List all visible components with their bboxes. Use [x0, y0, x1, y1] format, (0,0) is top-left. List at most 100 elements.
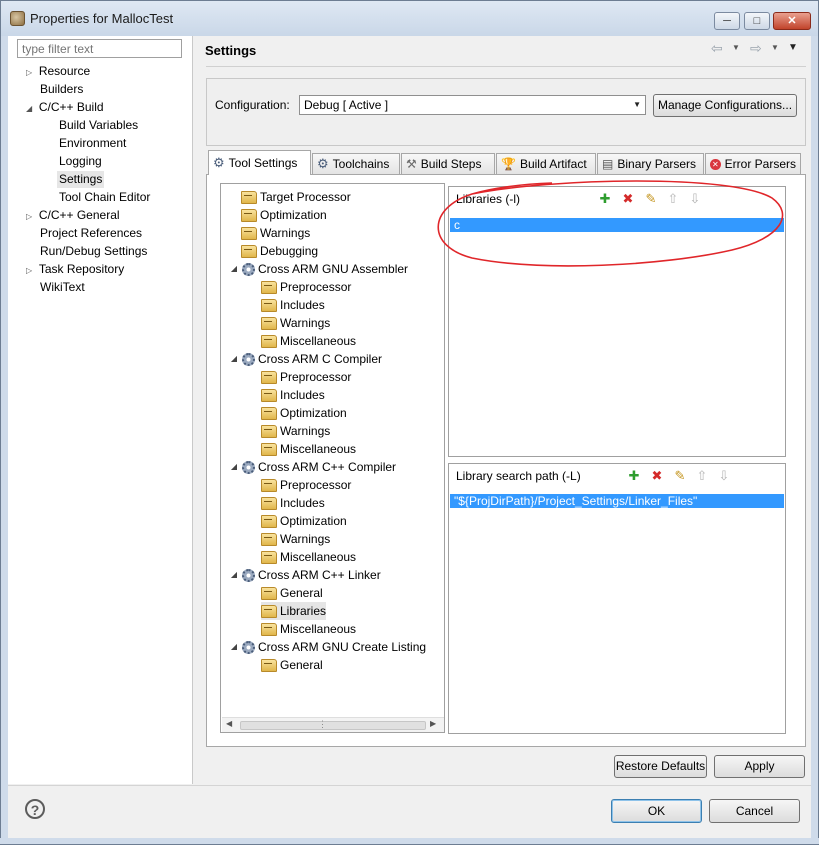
tool-tree-item[interactable]: General [261, 656, 323, 674]
annotation-circle [437, 180, 784, 267]
tab-build-artifact[interactable]: 🏆 Build Artifact [496, 153, 596, 174]
app-icon [10, 11, 25, 26]
binary-file-icon: ▤ [602, 157, 614, 171]
tool-tree-item-label: General [280, 658, 323, 672]
tool-tree-item[interactable]: Preprocessor [261, 476, 351, 494]
tool-tree-item[interactable]: Includes [261, 386, 325, 404]
tool-tree-item[interactable]: Optimization [261, 404, 347, 422]
nav-item-environment[interactable]: Environment [59, 135, 126, 152]
library-path-item[interactable]: "${ProjDirPath}/Project_Settings/Linker_… [450, 494, 784, 508]
nav-item-cc-build[interactable]: ◢ C/C++ Build [26, 99, 104, 117]
tool-tree-item[interactable]: ◢ Cross ARM C++ Linker [229, 566, 381, 584]
window-frame-left [0, 36, 8, 845]
tool-tree-item[interactable]: Warnings [261, 422, 330, 440]
tab-error-parsers[interactable]: ✕ Error Parsers [705, 153, 801, 174]
tool-settings-tree[interactable]: Target Processor Optimization Warnings Debu… [220, 183, 445, 733]
tool-tree-item[interactable]: Warnings [261, 314, 330, 332]
tab-toolchains[interactable]: ⚙ Toolchains [312, 153, 400, 174]
maximize-button[interactable]: □ [744, 12, 770, 30]
tab-binary-parsers[interactable]: ▤ Binary Parsers [597, 153, 704, 174]
tool-tree-item[interactable]: Target Processor [241, 188, 351, 206]
delete-icon[interactable]: ✖ [649, 468, 665, 484]
nav-item-logging[interactable]: Logging [59, 153, 102, 170]
edit-icon[interactable]: ✎ [672, 468, 688, 484]
tool-tree-item[interactable]: Warnings [241, 224, 310, 242]
nav-item-settings[interactable]: Settings [57, 171, 105, 188]
settings-folder-icon [261, 280, 277, 294]
scroll-left-arrow-icon[interactable]: ◀ [226, 719, 232, 728]
tool-tree-item[interactable]: Optimization [241, 206, 327, 224]
tab-build-steps[interactable]: ⚒ Build Steps [401, 153, 495, 174]
cancel-button[interactable]: Cancel [709, 799, 800, 823]
horizontal-scrollbar[interactable]: ◀ ⋮ ▶ [222, 717, 444, 732]
tool-tree-item-label: Includes [280, 388, 325, 402]
collapse-arrow-icon[interactable]: ◢ [229, 458, 239, 476]
scroll-grip-icon: ⋮ [318, 719, 327, 729]
tool-tree-item[interactable]: Optimization [261, 512, 347, 530]
view-menu-icon[interactable]: ▼ [788, 42, 798, 53]
move-up-icon[interactable]: ⇧ [694, 468, 710, 484]
nav-item-project-references[interactable]: Project References [40, 225, 142, 242]
tool-tree-item[interactable]: ◢ Cross ARM C Compiler [229, 350, 382, 368]
collapse-arrow-icon[interactable]: ◢ [229, 350, 239, 368]
settings-folder-icon [261, 388, 277, 402]
tool-tree-item[interactable]: Preprocessor [261, 278, 351, 296]
scrollbar-thumb[interactable] [240, 721, 426, 730]
tool-gear-icon [242, 460, 255, 474]
trophy-icon: 🏆 [501, 157, 516, 171]
forward-menu-icon[interactable]: ▼ [771, 43, 779, 52]
ok-button[interactable]: OK [611, 799, 702, 823]
expand-arrow-icon[interactable]: ▷ [26, 212, 32, 221]
forward-arrow-icon[interactable]: ⇨ [750, 40, 762, 57]
tool-tree-item[interactable]: ◢ Cross ARM GNU Assembler [229, 260, 408, 278]
help-icon[interactable]: ? [25, 799, 45, 819]
restore-defaults-button[interactable]: Restore Defaults [614, 755, 707, 778]
collapse-arrow-icon[interactable]: ◢ [229, 260, 239, 278]
expand-arrow-icon[interactable]: ▷ [26, 266, 32, 275]
nav-item-task-repository[interactable]: ▷ Task Repository [26, 261, 124, 279]
tool-tree-item-label: Miscellaneous [280, 442, 357, 456]
tool-tree-item[interactable]: Debugging [241, 242, 318, 260]
tool-tree-item[interactable]: Miscellaneous [261, 548, 356, 566]
apply-button[interactable]: Apply [714, 755, 805, 778]
configuration-select[interactable]: Debug [ Active ] ▼ [299, 95, 646, 115]
tool-tree-item[interactable]: ◢ Cross ARM GNU Create Listing [229, 638, 426, 656]
tool-tree-item[interactable]: Warnings [261, 530, 330, 548]
collapse-arrow-icon[interactable]: ◢ [229, 638, 239, 656]
nav-item-builders[interactable]: Builders [40, 81, 83, 98]
tool-tree-item-label: Warnings [280, 316, 331, 330]
filter-input[interactable] [17, 39, 182, 58]
tool-tree-item[interactable]: Miscellaneous [261, 332, 356, 350]
tool-tree-item[interactable]: Includes [261, 296, 325, 314]
minimize-button[interactable]: ─ [714, 12, 740, 30]
manage-configurations-button[interactable]: Manage Configurations... [653, 94, 797, 117]
close-button[interactable]: ✕ [773, 12, 811, 30]
error-icon: ✕ [710, 158, 721, 170]
settings-folder-icon [261, 478, 277, 492]
tool-tree-item[interactable]: Libraries [261, 602, 327, 620]
tool-tree-item-label: Optimization [280, 406, 347, 420]
tool-tree-item-label: Warnings [280, 532, 331, 546]
nav-item-wikitext[interactable]: WikiText [40, 279, 85, 296]
scroll-right-arrow-icon[interactable]: ▶ [430, 719, 436, 728]
expand-arrow-icon[interactable]: ▷ [26, 68, 32, 77]
tool-gear-icon [242, 262, 255, 276]
nav-item-build-variables[interactable]: Build Variables [59, 117, 138, 134]
nav-item-tool-chain-editor[interactable]: Tool Chain Editor [59, 189, 150, 206]
tool-tree-item[interactable]: Miscellaneous [261, 440, 356, 458]
back-menu-icon[interactable]: ▼ [732, 43, 740, 52]
tab-tool-settings[interactable]: ⚙ Tool Settings [208, 150, 311, 175]
tool-tree-item[interactable]: General [261, 584, 323, 602]
tool-tree-item[interactable]: ◢ Cross ARM C++ Compiler [229, 458, 396, 476]
back-arrow-icon[interactable]: ⇦ [711, 40, 723, 57]
tool-tree-item[interactable]: Includes [261, 494, 325, 512]
nav-item-cc-general[interactable]: ▷ C/C++ General [26, 207, 120, 225]
add-icon[interactable]: ✚ [626, 468, 642, 484]
move-down-icon[interactable]: ⇩ [716, 468, 732, 484]
nav-item-run-debug-settings[interactable]: Run/Debug Settings [40, 243, 147, 260]
nav-item-resource[interactable]: ▷ Resource [26, 63, 90, 81]
collapse-arrow-icon[interactable]: ◢ [229, 566, 239, 584]
tool-tree-item[interactable]: Preprocessor [261, 368, 351, 386]
collapse-arrow-icon[interactable]: ◢ [26, 104, 32, 113]
tool-tree-item[interactable]: Miscellaneous [261, 620, 356, 638]
